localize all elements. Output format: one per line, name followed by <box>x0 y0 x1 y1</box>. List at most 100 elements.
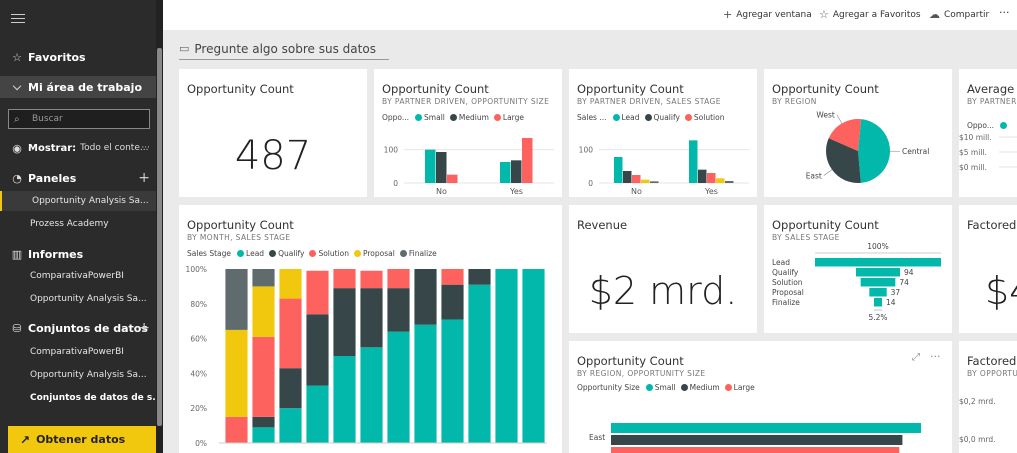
bar-segment <box>333 288 356 356</box>
sidebar-item-report[interactable]: ComparativaPowerBI <box>0 267 156 285</box>
bar <box>707 173 716 183</box>
bar-segment <box>279 368 302 409</box>
my-workspace-section[interactable]: ⌵ Mi área de trabajo <box>0 76 156 98</box>
sidebar-item-dataset[interactable]: Conjuntos de datos de s... <box>0 389 156 407</box>
clustered-bar-chart: East <box>589 423 921 453</box>
tile-subtitle: BY OPPORTUN <box>967 369 1017 378</box>
bar <box>641 179 650 183</box>
tile-subtitle: BY REGION, OPPORTUNITY SIZE <box>577 369 706 378</box>
tile-revenue-card[interactable]: Revenue $2 mrd. <box>569 205 757 333</box>
tile-count-by-partner-size[interactable]: Opportunity Count BY PARTNER DRIVEN, OPP… <box>374 69 562 197</box>
bar-segment <box>252 427 275 443</box>
tile-count-by-partner-stage[interactable]: Opportunity Count BY PARTNER DRIVEN, SAL… <box>569 69 757 197</box>
tile-factored-revenue-card[interactable]: Factored R $4 <box>959 205 1017 333</box>
tile-count-by-region-size[interactable]: Opportunity Count BY REGION, OPPORTUNITY… <box>569 341 952 453</box>
tile-count-by-sales-stage[interactable]: Opportunity Count BY SALES STAGE 100% Lea… <box>764 205 952 333</box>
dashboards-label: Paneles <box>28 171 77 185</box>
legend-item: Small <box>645 383 676 392</box>
bar-segment <box>468 284 491 443</box>
tile-count-by-month-stage[interactable]: Opportunity Count BY MONTH, SALES STAGE … <box>179 205 562 453</box>
legend-item: Qualify <box>269 249 304 258</box>
sidebar-scrollbar-thumb[interactable] <box>157 48 162 426</box>
bar <box>611 423 921 433</box>
sidebar-item-report[interactable]: Opportunity Analysis Sa... <box>0 290 156 308</box>
more-options-icon[interactable]: ··· <box>930 350 941 363</box>
pie-chart: Central East West <box>806 111 929 183</box>
datasets-section[interactable]: ⛁ Conjuntos de datos + <box>0 319 156 337</box>
bar <box>623 171 632 183</box>
get-data-label: Obtener datos <box>36 433 126 446</box>
bar-segment <box>333 269 356 289</box>
tile-title: Opportunity Count <box>577 354 684 368</box>
more-options-icon[interactable]: ··· <box>999 6 1010 19</box>
bar <box>650 181 659 183</box>
hamburger-menu-icon[interactable] <box>11 14 25 26</box>
add-window-button[interactable]: + Agregar ventana <box>723 8 812 21</box>
y-tick-label: $0,2 mrd. <box>959 397 996 406</box>
show-label: Mostrar: <box>28 142 77 154</box>
sidebar-item-dataset[interactable]: ComparativaPowerBI <box>0 343 156 361</box>
reports-section[interactable]: ▥ Informes <box>0 245 156 263</box>
funnel-bar <box>874 298 882 307</box>
add-dataset-icon[interactable]: + <box>138 320 150 336</box>
reports-label: Informes <box>28 247 84 261</box>
bar-segment <box>441 319 464 443</box>
show-filter[interactable]: ◉ Mostrar: Todo el conte... ··· <box>0 140 156 156</box>
legend-title: Sales Stage <box>187 249 232 258</box>
legend-title: Sales ... <box>577 113 607 122</box>
bar-segment <box>441 284 464 320</box>
add-favorite-button[interactable]: ☆ Agregar a Favoritos <box>819 8 921 21</box>
bar <box>632 175 641 183</box>
slice-label: West <box>816 111 834 120</box>
funnel-chart: 100% LeadQualify 94 Solution 74 Proposal 37 Fin… <box>772 242 941 322</box>
x-tick-label: Yes <box>509 187 523 196</box>
tile-average-revenue[interactable]: Average R BY PARTNER Oppo... $10 mill.$5… <box>959 69 1017 197</box>
qa-input[interactable]: ▭ Pregunte algo sobre sus datos <box>179 38 389 60</box>
category-label: East <box>589 433 605 442</box>
legend-item: Medium <box>680 383 720 392</box>
category-label: Proposal <box>772 288 804 297</box>
qa-placeholder: Pregunte algo sobre sus datos <box>194 41 376 56</box>
bar <box>725 181 734 183</box>
legend-label: Finalize <box>408 249 437 258</box>
bar-segment <box>306 314 329 386</box>
tile-factored-revenue-chart[interactable]: Factored R BY OPPORTUN $0,2 mrd. $0,0 mrd… <box>959 341 1017 453</box>
legend-item: Solution <box>309 249 349 258</box>
more-options-icon[interactable]: ··· <box>141 143 150 153</box>
sidebar-item-dashboard[interactable]: Prozess Academy <box>0 215 156 233</box>
leader-line <box>823 169 833 176</box>
add-dashboard-icon[interactable]: + <box>138 170 150 186</box>
tile-subtitle: BY PARTNER <box>967 97 1017 106</box>
tile-count-by-region[interactable]: Opportunity Count BY REGION Central East W… <box>764 69 952 197</box>
y-tick-label: $10 mill. <box>959 133 992 142</box>
stacked-100-column-chart: 100% 80% 60% 40% 20% 0% <box>186 265 547 448</box>
tile-opportunity-count-card[interactable]: Opportunity Count 487 <box>179 69 367 197</box>
share-button[interactable]: ☁ Compartir <box>929 8 989 21</box>
tile-title: Opportunity Count <box>772 82 879 96</box>
bar-segment <box>252 336 275 417</box>
legend-item: Qualify <box>644 113 680 122</box>
legend-title: Opportunity Size <box>577 383 640 392</box>
bar <box>500 162 511 183</box>
category-label: Solution <box>772 278 803 287</box>
y-tick-label: $0,0 mrd. <box>959 435 996 444</box>
search-input[interactable]: ⌕ Buscar <box>8 109 150 129</box>
legend-title: Oppo... <box>382 113 410 122</box>
funnel-bar <box>869 288 887 297</box>
workspace-label: Mi área de trabajo <box>28 80 143 94</box>
kpi-value: $4 <box>985 269 1017 313</box>
get-data-button[interactable]: ↗ Obtener datos <box>8 426 156 453</box>
kpi-value: 487 <box>234 133 312 179</box>
bar-chart-icon: ▥ <box>11 247 23 261</box>
bar-segment <box>468 269 491 285</box>
dashboards-section[interactable]: ◔ Paneles + <box>0 169 156 187</box>
focus-mode-icon[interactable]: ⤢ <box>912 352 920 363</box>
favorites-section[interactable]: ☆ Favoritos <box>0 48 156 66</box>
tile-title: Revenue <box>577 218 628 232</box>
y-tick-label: 0 <box>588 179 593 188</box>
search-placeholder: Buscar <box>32 114 63 124</box>
sidebar-item-dashboard[interactable]: Opportunity Analysis Sa... <box>0 191 156 211</box>
bar-segment <box>252 286 275 337</box>
sidebar-item-label: Opportunity Analysis Sa... <box>32 196 149 206</box>
sidebar-item-dataset[interactable]: Opportunity Analysis Sa... <box>0 366 156 384</box>
